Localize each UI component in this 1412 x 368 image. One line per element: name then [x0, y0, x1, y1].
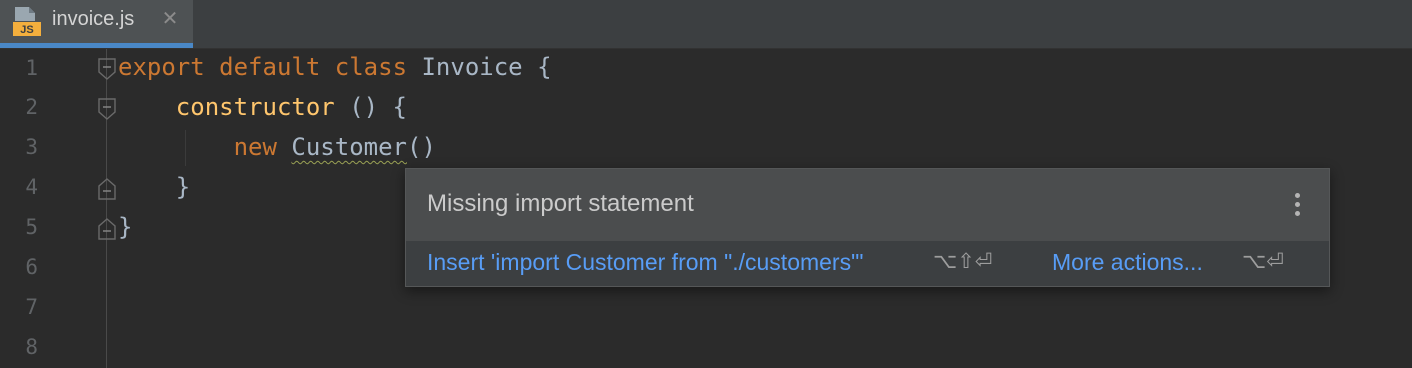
- fold-end-icon[interactable]: [98, 218, 116, 240]
- line-number: 3: [25, 135, 38, 159]
- brace: }: [118, 213, 133, 241]
- fold-collapse-icon[interactable]: [98, 58, 116, 80]
- keyword: export: [118, 53, 205, 81]
- svg-text:JS: JS: [20, 24, 33, 36]
- javascript-file-icon: JS: [13, 7, 41, 36]
- line-number: 8: [25, 335, 38, 359]
- close-icon[interactable]: ✕: [160, 8, 180, 28]
- brace: {: [537, 53, 552, 81]
- line-number: 2: [25, 95, 38, 119]
- line-number: 4: [25, 175, 38, 199]
- gutter-separator: [106, 49, 107, 368]
- code-text: () {: [349, 93, 407, 121]
- insert-import-action[interactable]: Insert 'import Customer from "./customer…: [427, 249, 864, 276]
- editor-tab-bar: JS invoice.js ✕: [0, 0, 1412, 49]
- code-line-1[interactable]: export default class Invoice {: [118, 47, 552, 87]
- code-line-2[interactable]: constructor () {: [118, 87, 407, 127]
- code-line-3[interactable]: new Customer(): [118, 127, 436, 167]
- fold-end-icon[interactable]: [98, 178, 116, 200]
- tab-title: invoice.js: [52, 8, 135, 30]
- more-options-icon[interactable]: [1290, 193, 1304, 219]
- more-actions-shortcut: ⌥⏎: [1242, 249, 1284, 273]
- tab-invoice-js[interactable]: JS invoice.js ✕: [0, 0, 193, 48]
- line-number: 6: [25, 255, 38, 279]
- keyword: class: [334, 53, 408, 81]
- code-text: (): [407, 133, 436, 161]
- popup-header: Missing import statement: [406, 169, 1329, 241]
- keyword: default: [219, 53, 321, 81]
- line-number: 7: [25, 295, 38, 319]
- code-line-4[interactable]: }: [118, 167, 190, 207]
- unresolved-reference[interactable]: Customer: [291, 133, 407, 161]
- popup-title: Missing import statement: [427, 190, 694, 217]
- code-line-5[interactable]: }: [118, 207, 132, 247]
- keyword: new: [233, 133, 277, 161]
- line-number: 5: [25, 215, 38, 239]
- missing-import-popup: Missing import statement Insert 'import …: [405, 168, 1330, 287]
- insert-import-shortcut: ⌥⇧⏎: [933, 249, 993, 273]
- constructor-name: constructor: [175, 93, 335, 121]
- class-name: Invoice: [421, 53, 523, 81]
- fold-collapse-icon[interactable]: [98, 98, 116, 120]
- line-number: 1: [25, 56, 38, 80]
- more-actions-link[interactable]: More actions...: [1052, 249, 1203, 276]
- brace: }: [175, 173, 191, 201]
